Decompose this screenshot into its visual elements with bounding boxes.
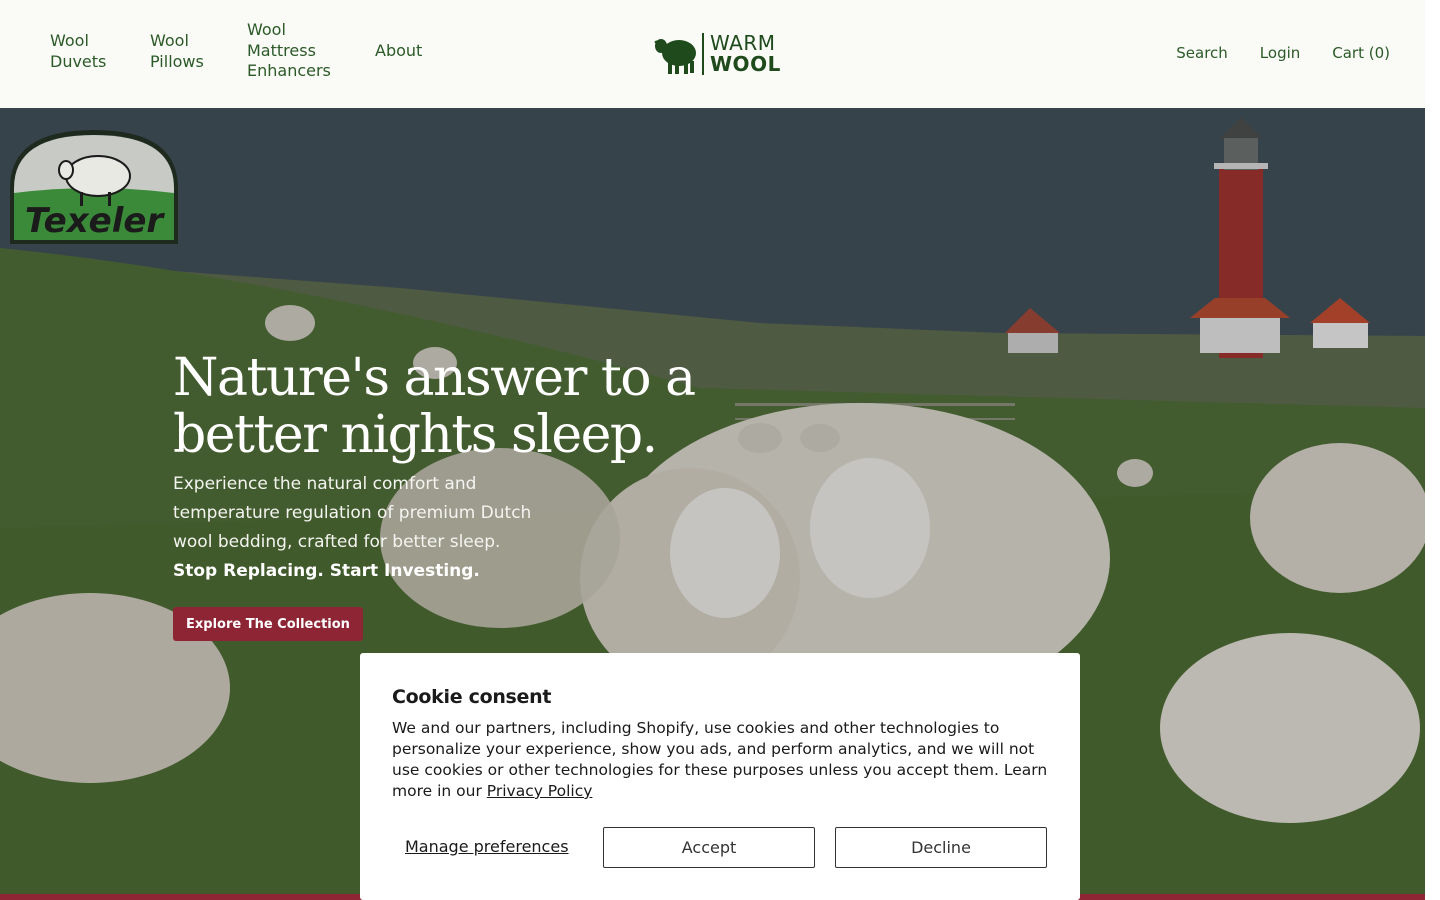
site-header: Wool Duvets Wool Pillows Wool Mattress E… [0, 0, 1425, 108]
privacy-policy-link[interactable]: Privacy Policy [487, 782, 593, 800]
cart-link[interactable]: Cart (0) [1332, 44, 1390, 62]
manage-preferences-link[interactable]: Manage preferences [405, 837, 569, 856]
accept-button[interactable]: Accept [603, 827, 815, 868]
cookie-body: We and our partners, including Shopify, … [392, 718, 1052, 802]
sheep-icon [654, 39, 696, 74]
decline-button[interactable]: Decline [835, 827, 1047, 868]
explore-collection-button[interactable]: Explore The Collection [173, 607, 363, 641]
login-link[interactable]: Login [1260, 44, 1300, 62]
hero-subtitle: Experience the natural comfort and tempe… [173, 470, 543, 586]
logo-wordmark: WARM WOOL [710, 33, 781, 75]
hero-subtitle-bold: Stop Replacing. Start Investing. [173, 561, 480, 581]
hero-subtitle-text: Experience the natural comfort and tempe… [173, 474, 532, 552]
scrollbar-gutter [1425, 0, 1440, 900]
search-link[interactable]: Search [1176, 44, 1228, 62]
nav-wool-pillows[interactable]: Wool Pillows [150, 31, 220, 72]
nav-wool-mattress-enhancers[interactable]: Wool Mattress Enhancers [247, 20, 357, 82]
nav-wool-duvets[interactable]: Wool Duvets [50, 31, 120, 72]
logo-wool: WOOL [710, 52, 781, 76]
cookie-title: Cookie consent [392, 686, 552, 708]
utility-nav: Search Login Cart (0) [1176, 44, 1390, 62]
hero-title: Nature's answer to a better nights sleep… [173, 348, 696, 465]
cookie-consent-dialog: Cookie consent We and our partners, incl… [360, 653, 1080, 900]
texeler-badge-text: Texeler [25, 201, 166, 241]
site-logo[interactable]: WARM WOOL [654, 31, 781, 77]
logo-divider [702, 33, 704, 75]
texeler-badge-logo: Texeler [10, 130, 178, 244]
logo-warm: WARM [710, 31, 776, 55]
nav-about[interactable]: About [375, 41, 455, 62]
